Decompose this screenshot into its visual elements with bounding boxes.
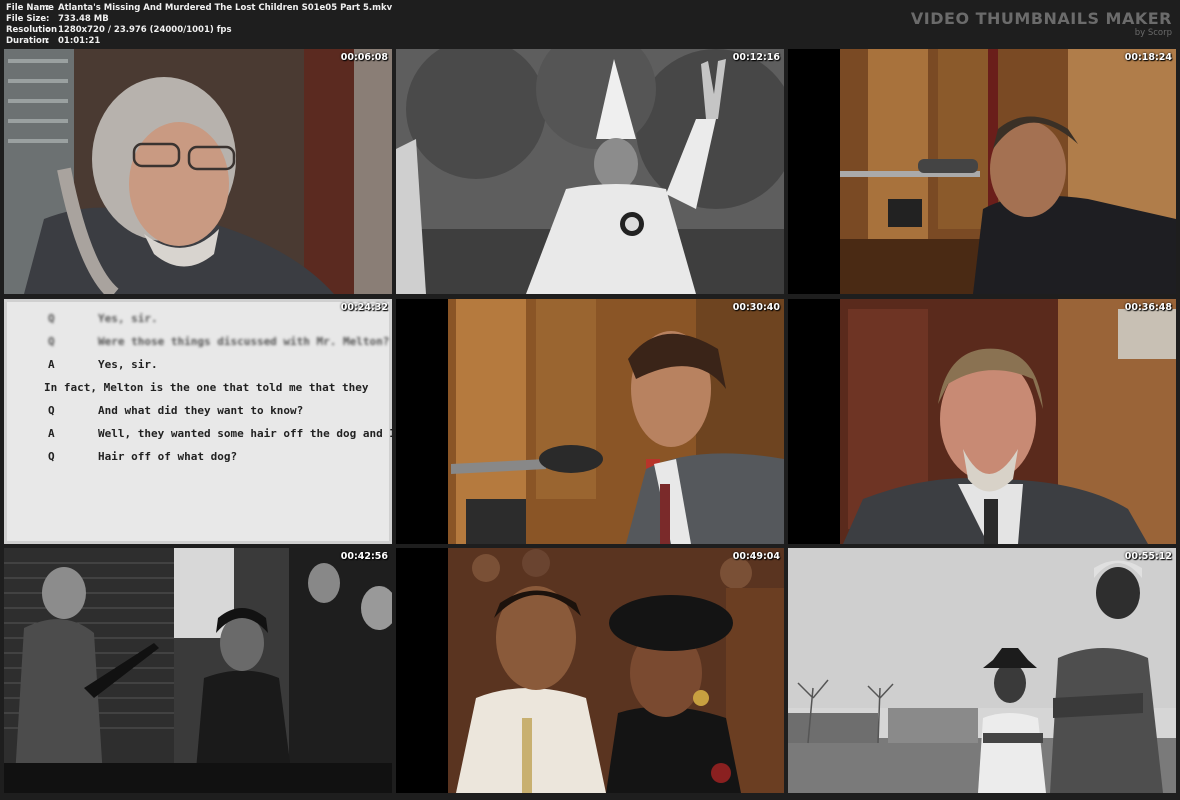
transcript-mark: A bbox=[48, 358, 55, 371]
transcript-text-line: Were those things discussed with Mr. Mel… bbox=[98, 335, 390, 348]
transcript-line: In fact, Melton is the one that told me … bbox=[44, 376, 392, 399]
resolution-row: Resolution : 1280x720 / 23.976 (24000/10… bbox=[6, 25, 392, 36]
timestamp: 00:55:12 bbox=[1124, 551, 1172, 562]
frame-outdoor-bw bbox=[788, 548, 1176, 793]
duration-value: 01:01:21 bbox=[58, 36, 101, 46]
brand-subtitle: by Scorp bbox=[1134, 28, 1172, 38]
timestamp: 00:06:08 bbox=[340, 52, 388, 63]
transcript-mark: Q bbox=[48, 335, 55, 348]
thumbnail-1[interactable]: 00:06:08 bbox=[4, 49, 392, 294]
timestamp: 00:18:24 bbox=[1124, 52, 1172, 63]
frame-rally-bw bbox=[396, 49, 784, 294]
thumbnail-7[interactable]: 00:42:56 bbox=[4, 548, 392, 793]
file-info-block: File Name : Atlanta's Missing And Murder… bbox=[6, 3, 392, 47]
brand-title: VIDEO THUMBNAILS MAKER bbox=[910, 9, 1172, 28]
frame-testimony-microphone bbox=[396, 299, 784, 544]
resolution-label: Resolution bbox=[6, 25, 58, 35]
transcript-text-line: In fact, Melton is the one that told me … bbox=[44, 381, 369, 394]
separator: : bbox=[46, 3, 50, 13]
file-size-label: File Size bbox=[6, 14, 47, 24]
file-info-header: File Name : Atlanta's Missing And Murder… bbox=[0, 0, 1180, 48]
thumbnail-6[interactable]: 00:36:48 bbox=[788, 299, 1176, 544]
thumbnail-3[interactable]: 00:18:24 bbox=[788, 49, 1176, 294]
transcript-text-line: Hair off of what dog? bbox=[98, 450, 238, 463]
thumbnail-4[interactable]: Q Yes, sir. Q Were those things discussed … bbox=[4, 299, 392, 544]
thumbnail-grid: 00:06:08 00:12:16 00:18:24 Q Yes, sir. Q… bbox=[4, 49, 1178, 797]
separator: : bbox=[46, 25, 50, 35]
separator: : bbox=[46, 14, 50, 24]
transcript-text-line: Yes, sir. bbox=[98, 312, 158, 325]
frame-interview-goatee-man bbox=[788, 299, 1176, 544]
transcript-text-line: And what did they want to know? bbox=[98, 404, 304, 417]
timestamp: 00:36:48 bbox=[1124, 302, 1172, 313]
transcript-line: A Well, they wanted some hair off the dog… bbox=[48, 422, 392, 445]
transcript-line: A Yes, sir. bbox=[48, 353, 392, 376]
transcript-line: Q And what did they want to know? bbox=[48, 399, 392, 422]
thumbnail-2[interactable]: 00:12:16 bbox=[396, 49, 784, 294]
duration-row: Duration : 01:01:21 bbox=[6, 36, 392, 47]
timestamp: 00:30:40 bbox=[732, 302, 780, 313]
file-size-value: 733.48 MB bbox=[58, 14, 109, 24]
transcript-mark: Q bbox=[48, 312, 55, 325]
separator: : bbox=[46, 36, 50, 46]
resolution-value: 1280x720 / 23.976 (24000/1001) fps bbox=[58, 25, 232, 35]
file-name-value: Atlanta's Missing And Murdered The Lost … bbox=[58, 3, 393, 13]
file-name-row: File Name : Atlanta's Missing And Murder… bbox=[6, 3, 392, 14]
transcript-line: Q Were those things discussed with Mr. Me… bbox=[48, 330, 392, 353]
frame-interview-glasses-man bbox=[4, 49, 392, 294]
timestamp: 00:24:32 bbox=[340, 302, 388, 313]
timestamp: 00:49:04 bbox=[732, 551, 780, 562]
file-size-row: File Size : 733.48 MB bbox=[6, 14, 392, 25]
frame-courtroom-witness bbox=[788, 49, 1176, 294]
transcript-text-line: Yes, sir. bbox=[98, 358, 158, 371]
duration-label: Duration bbox=[6, 36, 48, 46]
thumbnail-8[interactable]: 00:49:04 bbox=[396, 548, 784, 793]
frame-arrest-bw bbox=[4, 548, 392, 793]
timestamp: 00:42:56 bbox=[340, 551, 388, 562]
transcript-mark: Q bbox=[48, 404, 55, 417]
file-name-label: File Name bbox=[6, 3, 54, 13]
transcript-mark: Q bbox=[48, 450, 55, 463]
transcript-line: Q Hair off of what dog? bbox=[48, 445, 392, 468]
thumbnail-5[interactable]: 00:30:40 bbox=[396, 299, 784, 544]
timestamp: 00:12:16 bbox=[732, 52, 780, 63]
transcript-text-line: Well, they wanted some hair off the dog … bbox=[98, 427, 392, 440]
thumbnail-9[interactable]: 00:55:12 bbox=[788, 548, 1176, 793]
frame-courtroom-couple bbox=[396, 548, 784, 793]
transcript-text: Q Yes, sir. Q Were those things discussed … bbox=[44, 307, 392, 468]
brand-watermark: VIDEO THUMBNAILS MAKER by Scorp bbox=[910, 9, 1172, 39]
transcript-mark: A bbox=[48, 427, 55, 440]
